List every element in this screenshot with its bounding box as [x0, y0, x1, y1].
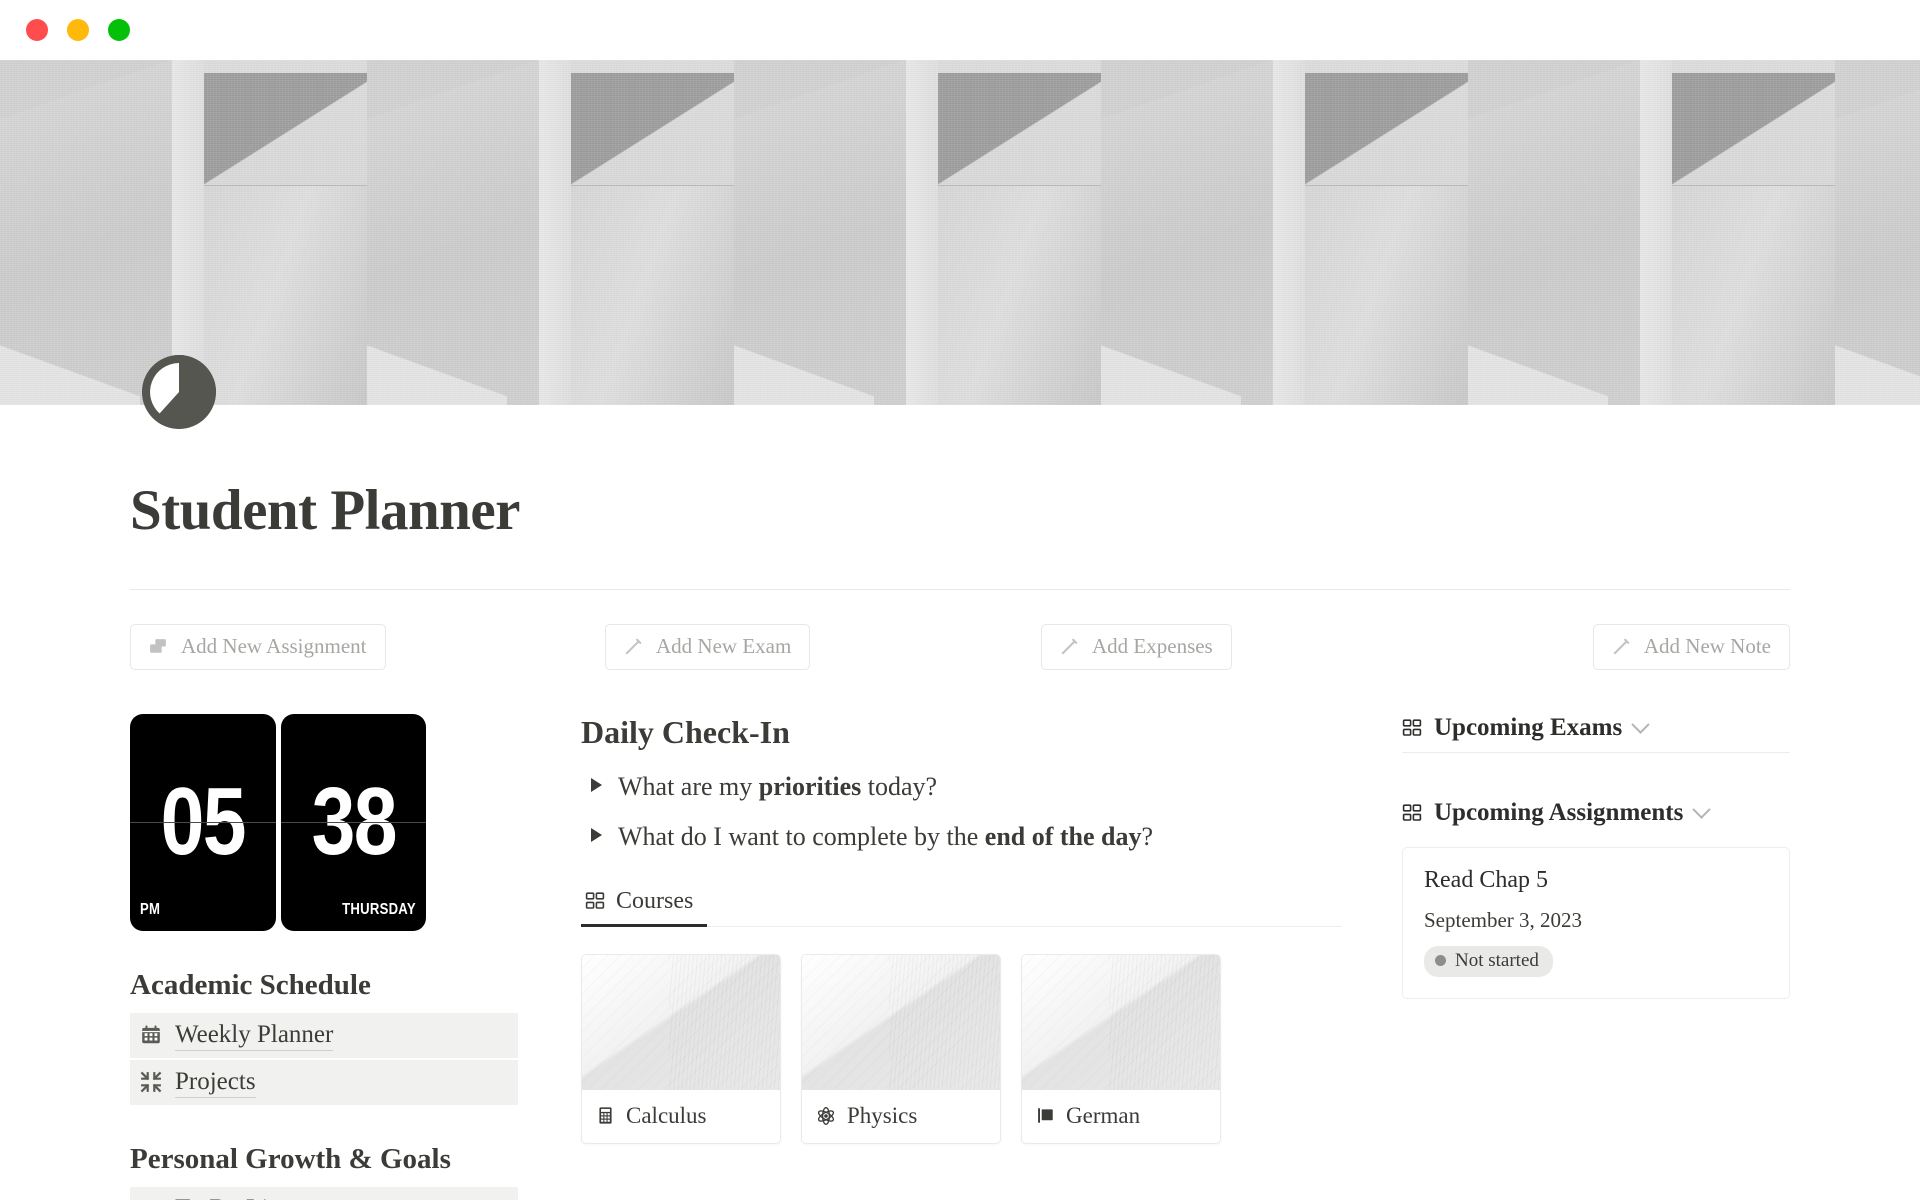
pencil-icon	[1059, 636, 1080, 657]
cover-tile	[1468, 60, 1835, 405]
left-column: 05 PM 38 THURSDAY Academic Schedule Week…	[130, 713, 518, 1200]
add-new-note-button[interactable]: Add New Note	[1592, 623, 1790, 670]
gallery-grid-icon	[1402, 803, 1422, 823]
course-card-label: Calculus	[582, 1090, 780, 1143]
flip-clock-hour-card: 05 PM	[130, 713, 276, 931]
three-column-layout: 05 PM 38 THURSDAY Academic Schedule Week…	[130, 713, 1790, 1200]
course-card-physics[interactable]: Physics	[801, 953, 1001, 1144]
sidebar-item-label: To-Do List	[175, 1193, 285, 1200]
action-slot: Add New Note	[1375, 623, 1790, 670]
add-new-assignment-button[interactable]: Add New Assignment	[130, 623, 386, 670]
duplicate-icon	[148, 636, 169, 657]
cover-tile	[734, 60, 1101, 405]
course-card-label: Physics	[802, 1090, 1000, 1143]
cover-tile	[1101, 60, 1468, 405]
database-title: Upcoming Assignments	[1434, 798, 1684, 826]
gallery-grid-icon	[1402, 718, 1422, 738]
action-slot: Add New Exam	[545, 623, 960, 670]
sidebar-item-weekly-planner[interactable]: Weekly Planner	[130, 1012, 518, 1058]
course-card-cover	[802, 954, 1000, 1090]
course-card-calculus[interactable]: Calculus	[581, 953, 781, 1144]
action-label: Add Expenses	[1092, 633, 1213, 658]
personal-growth-heading: Personal Growth & Goals	[130, 1143, 451, 1176]
course-card-cover	[1022, 954, 1220, 1090]
assignment-title: Read Chap 5	[1424, 866, 1548, 893]
calculator-icon	[596, 1106, 615, 1125]
cover-tile	[1835, 60, 1920, 405]
add-new-exam-button[interactable]: Add New Exam	[605, 623, 811, 670]
action-label: Add New Note	[1643, 633, 1771, 658]
traffic-light-group	[26, 19, 130, 41]
pie-chart-icon[interactable]	[142, 355, 216, 429]
database-view-tabs: Courses	[581, 882, 1342, 927]
clock-meridiem: PM	[140, 900, 161, 918]
calendar-icon	[140, 1024, 162, 1046]
chevron-down-icon[interactable]	[1631, 715, 1650, 735]
chevron-down-icon[interactable]	[1692, 800, 1712, 820]
quick-action-bar: Add New Assignment Add New Exam Add Expe…	[130, 623, 1790, 670]
flag-icon	[1036, 1106, 1055, 1125]
tab-label: Courses	[616, 887, 694, 914]
status-badge[interactable]: Not started	[1424, 945, 1553, 977]
middle-column: Daily Check-In What are my priorities to…	[518, 714, 1402, 1200]
toggle-item-priorities[interactable]: What are my priorities today?	[581, 769, 1342, 804]
toggle-text: What do I want to complete by the end of…	[618, 821, 1154, 851]
toggle-text: What are my priorities today?	[618, 771, 938, 801]
daily-checkin-heading: Daily Check-In	[581, 713, 790, 750]
upcoming-assignments-header[interactable]: Upcoming Assignments	[1402, 799, 1790, 827]
course-card-german[interactable]: German	[1021, 953, 1221, 1144]
flip-clock-minute-card: 38 THURSDAY	[280, 713, 426, 931]
pencil-icon	[623, 636, 644, 657]
toggle-triangle-icon[interactable]	[591, 777, 602, 792]
add-expenses-button[interactable]: Add Expenses	[1041, 623, 1232, 670]
cover-tile	[0, 60, 367, 405]
sidebar-item-projects[interactable]: Projects	[130, 1059, 518, 1106]
course-name: Physics	[847, 1102, 918, 1128]
cover-tile	[367, 60, 734, 405]
tab-courses[interactable]: Courses	[581, 882, 708, 927]
action-label: Add New Assignment	[181, 633, 367, 658]
assignment-card[interactable]: Read Chap 5 September 3, 2023 Not starte…	[1402, 846, 1790, 999]
toggle-triangle-icon[interactable]	[591, 827, 602, 842]
collapse-arrows-icon	[140, 1071, 162, 1093]
course-name: German	[1066, 1102, 1141, 1128]
action-slot: Add New Assignment	[130, 623, 545, 670]
academic-schedule-heading: Academic Schedule	[130, 968, 371, 1001]
close-window-button[interactable]	[26, 19, 48, 41]
content-container: Student Planner Add New Assignment Add N…	[130, 405, 1790, 1200]
sidebar-item-label: Weekly Planner	[175, 1019, 334, 1051]
gallery-grid-icon	[585, 891, 605, 911]
sidebar-item-label: Projects	[175, 1066, 256, 1099]
page-cover-image[interactable]	[0, 60, 1920, 405]
upcoming-exams-header[interactable]: Upcoming Exams	[1402, 714, 1790, 753]
action-label: Add New Exam	[656, 633, 792, 658]
cover-tiles	[0, 60, 1920, 405]
course-name: Calculus	[626, 1102, 707, 1128]
status-dot-icon	[1435, 955, 1446, 967]
minimize-window-button[interactable]	[67, 19, 89, 41]
database-title: Upcoming Exams	[1434, 713, 1623, 741]
status-label: Not started	[1455, 949, 1539, 971]
maximize-window-button[interactable]	[108, 19, 130, 41]
atom-icon	[816, 1106, 836, 1126]
page-body: Student Planner Add New Assignment Add N…	[0, 405, 1920, 1200]
course-card-cover	[582, 954, 780, 1090]
assignment-date: September 3, 2023	[1424, 907, 1583, 932]
page-title: Student Planner	[130, 479, 520, 542]
flip-clock-widget: 05 PM 38 THURSDAY	[130, 713, 426, 931]
clock-weekday: THURSDAY	[342, 900, 416, 918]
sidebar-item-to-do-list[interactable]: To-Do List	[130, 1187, 518, 1200]
course-card-label: German	[1022, 1090, 1220, 1143]
title-divider	[130, 588, 1790, 590]
right-column: Upcoming Exams Upcoming Assignments Read…	[1402, 714, 1790, 1200]
toggle-item-end-of-day[interactable]: What do I want to complete by the end of…	[581, 819, 1342, 854]
pencil-icon	[1611, 636, 1632, 657]
course-card-gallery: Calculus Physics German	[581, 953, 1342, 1144]
window-titlebar	[0, 0, 1920, 60]
page-icon-wrapper[interactable]	[142, 355, 216, 429]
action-slot: Add Expenses	[960, 623, 1375, 670]
